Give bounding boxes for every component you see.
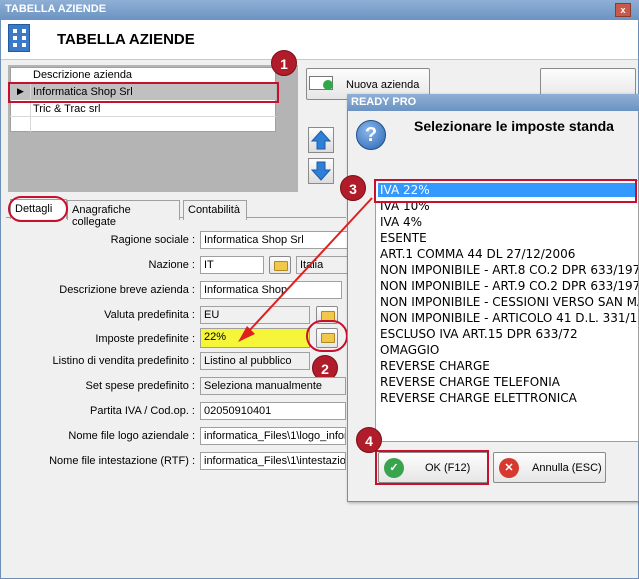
annotation-arrow [238, 197, 373, 342]
